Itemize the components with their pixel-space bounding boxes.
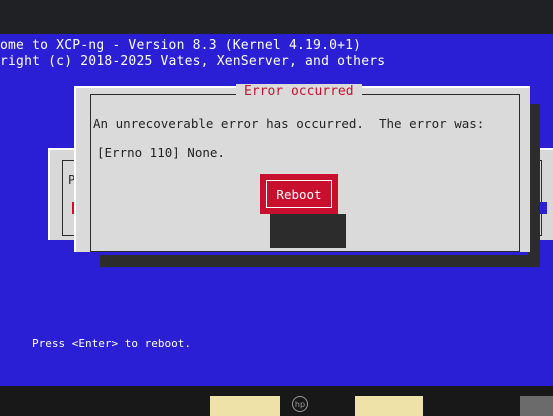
reboot-button[interactable]: Reboot <box>260 174 338 214</box>
reboot-button-label: Reboot <box>266 180 332 208</box>
error-message-line2: [Errno 110] None. <box>97 145 225 160</box>
footer-hint: Press <Enter> to reboot. <box>32 337 191 350</box>
reboot-button-shadow <box>270 214 346 248</box>
error-dialog-title: Error occurred <box>236 84 362 99</box>
monitor-bezel-top <box>0 0 553 34</box>
sticky-note-right <box>355 396 423 416</box>
desk-object <box>520 396 553 416</box>
dialog-shadow-bottom <box>100 255 538 267</box>
copyright-banner: right (c) 2018-2025 Vates, XenServer, an… <box>0 54 386 69</box>
monitor-logo-icon: hp <box>292 396 308 412</box>
sticky-note-left <box>210 396 280 416</box>
welcome-banner: ome to XCP-ng - Version 8.3 (Kernel 4.19… <box>0 38 362 53</box>
error-message-line1: An unrecoverable error has occurred. The… <box>93 116 485 131</box>
